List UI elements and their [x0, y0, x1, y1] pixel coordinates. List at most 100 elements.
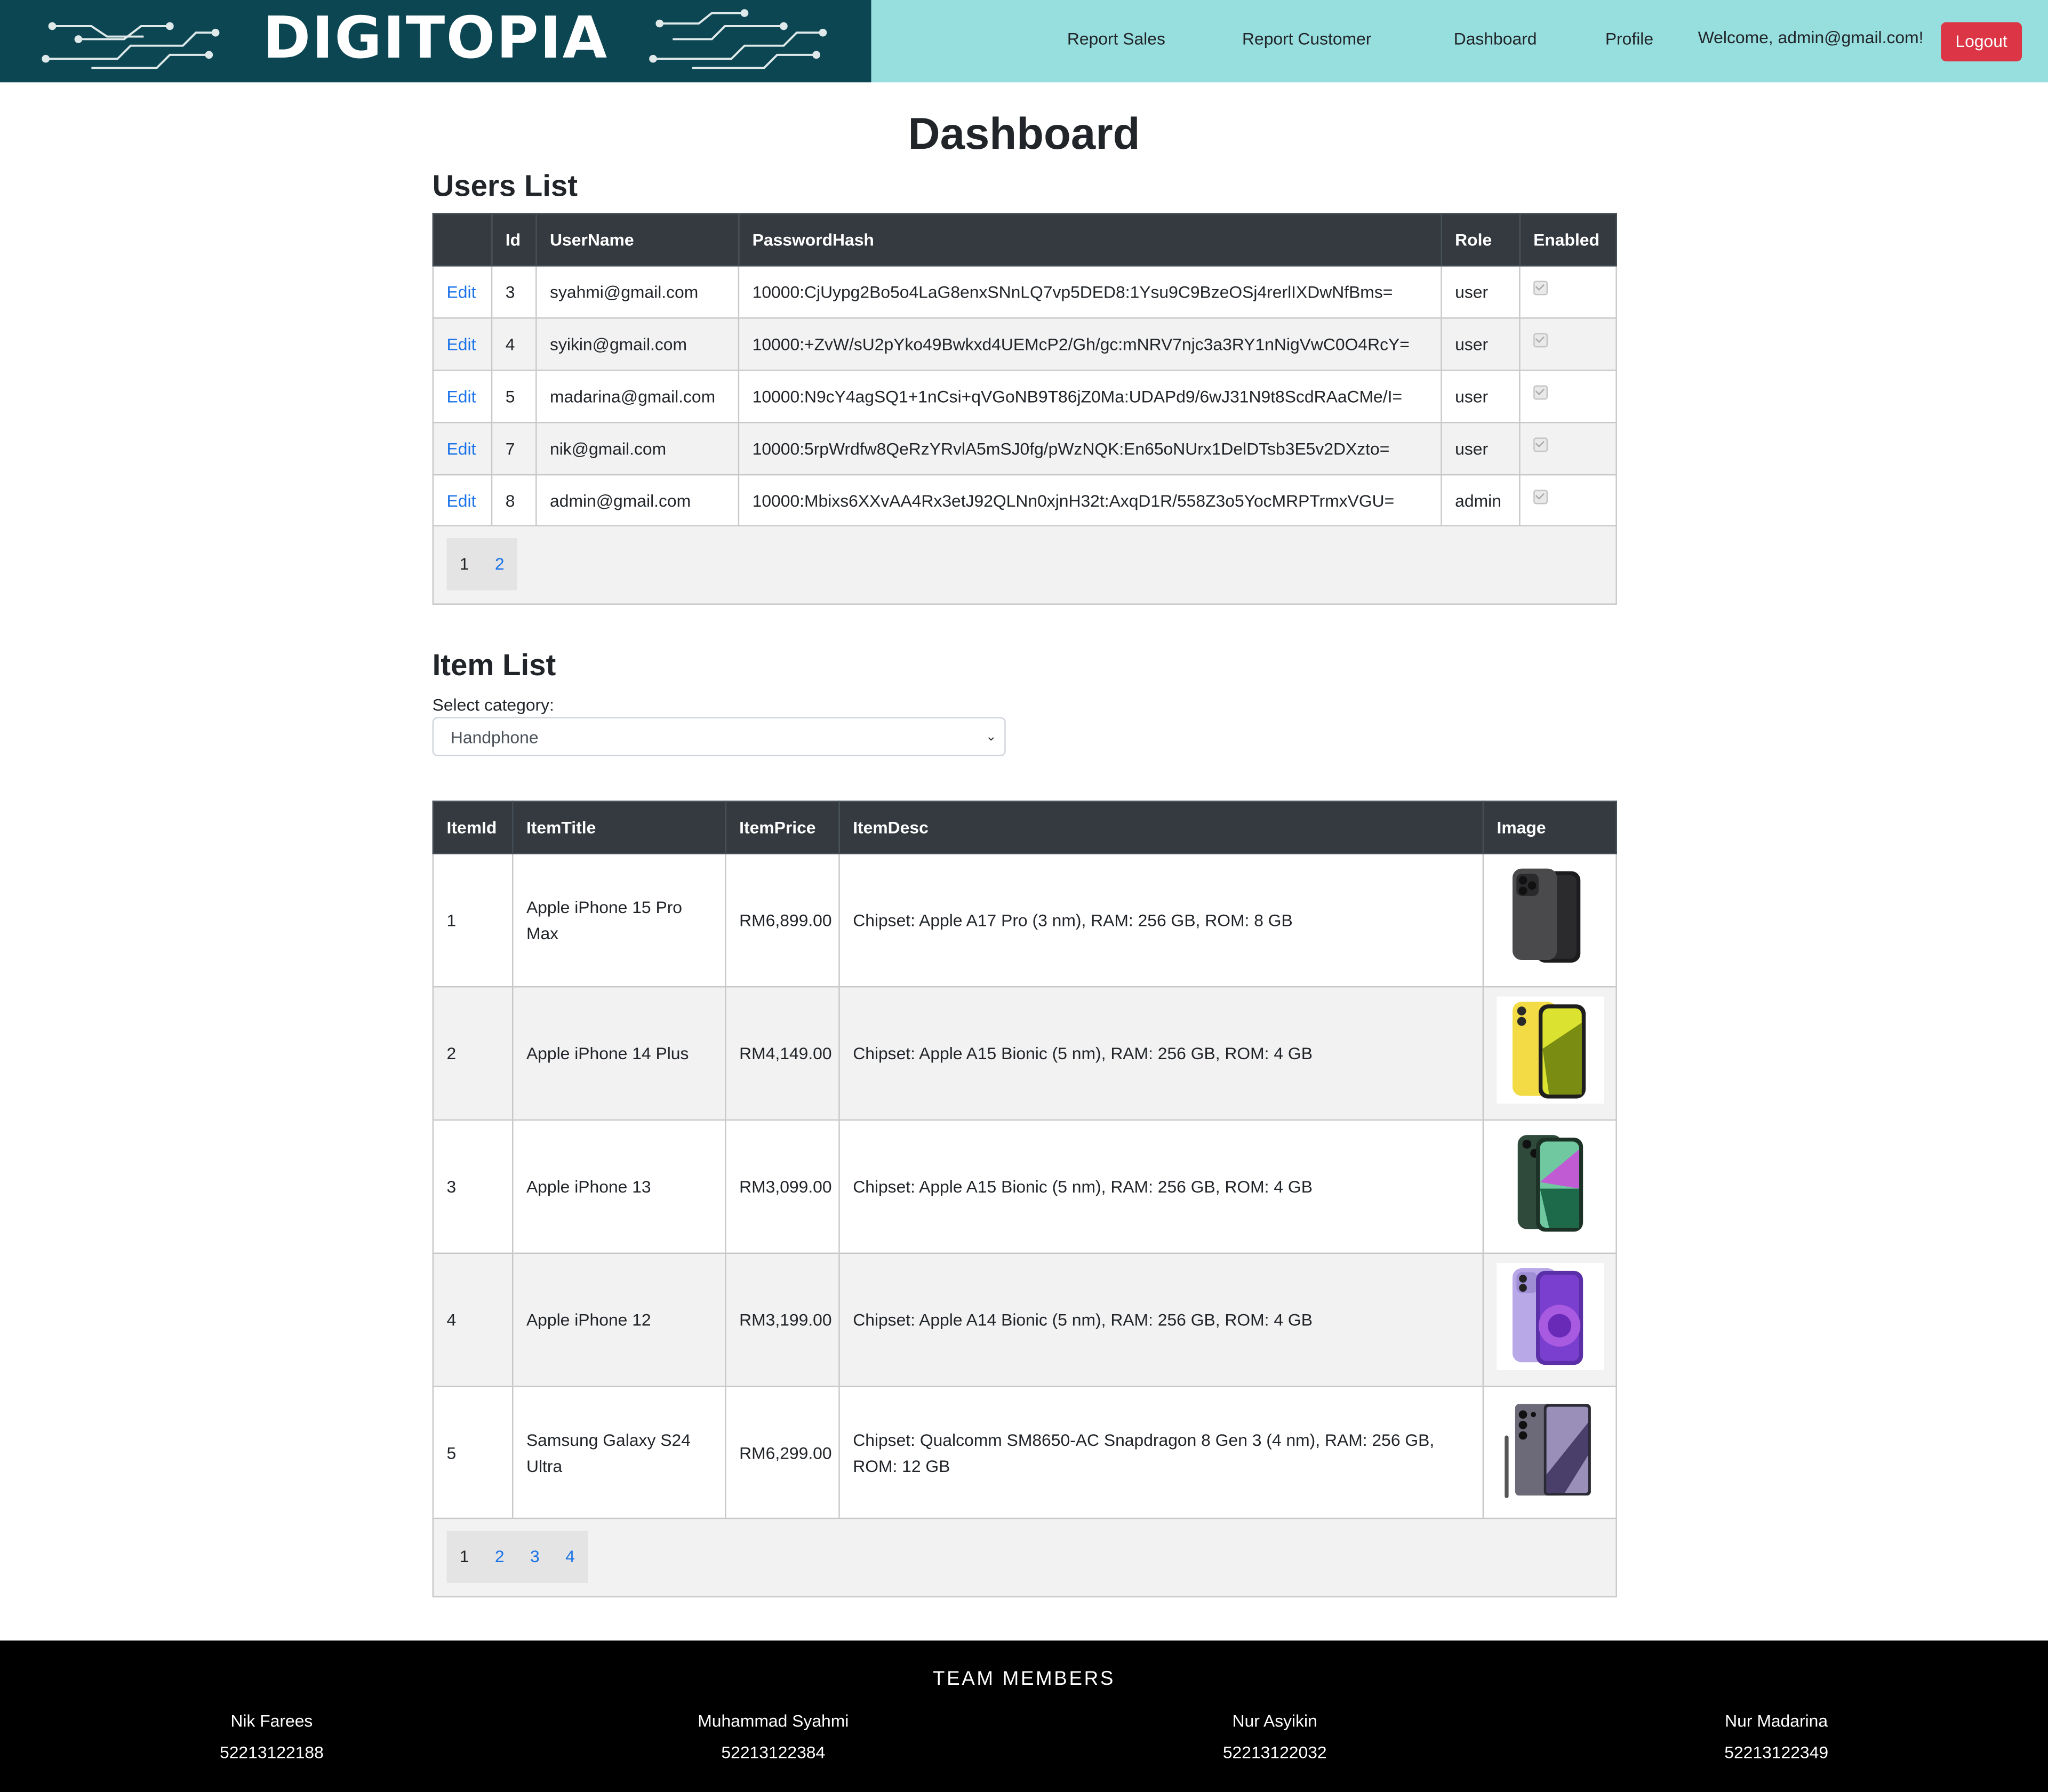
- footer: TEAM MEMBERS Nik Farees 52213122188 Muha…: [0, 1640, 2048, 1792]
- item-title: Apple iPhone 15 Pro Max: [512, 853, 726, 988]
- user-hash: 10000:+ZvW/sU2pYko49Bwkxd4UEMcP2/Gh/gc:m…: [738, 317, 1442, 371]
- brand-logo[interactable]: DIGITOPIA: [0, 0, 871, 83]
- category-select-value: Handphone: [450, 727, 539, 747]
- table-row: Edit 4 syikin@gmail.com 10000:+ZvW/sU2pY…: [432, 317, 1617, 371]
- item-list-heading: Item List: [432, 647, 556, 682]
- users-page-2[interactable]: 2: [482, 538, 517, 590]
- enabled-checkbox: [1533, 385, 1548, 400]
- items-pagination: 1 2 3 4: [446, 1531, 588, 1583]
- users-pagination: 1 2: [446, 538, 517, 590]
- item-desc: Chipset: Apple A17 Pro (3 nm), RAM: 256 …: [838, 853, 1484, 988]
- user-role: admin: [1441, 474, 1521, 528]
- edit-link[interactable]: Edit: [447, 282, 476, 302]
- item-desc: Chipset: Qualcomm SM8650-AC Snapdragon 8…: [838, 1386, 1484, 1521]
- item-desc: Chipset: Apple A15 Bionic (5 nm), RAM: 2…: [838, 986, 1484, 1121]
- item-id: 1: [432, 853, 514, 988]
- footer-title: TEAM MEMBERS: [932, 1668, 1116, 1691]
- edit-link[interactable]: Edit: [447, 491, 476, 511]
- table-row: Edit 3 syahmi@gmail.com 10000:CjUypg2Bo5…: [432, 265, 1617, 319]
- item-id: 4: [432, 1252, 514, 1387]
- member-id: 52213122188: [220, 1742, 324, 1762]
- col-itemtitle[interactable]: ItemTitle: [512, 801, 726, 854]
- item-price: RM3,099.00: [725, 1119, 840, 1254]
- edit-link[interactable]: Edit: [447, 439, 476, 459]
- col-itemid[interactable]: ItemId: [432, 801, 514, 854]
- nav-report-sales[interactable]: Report Sales: [1067, 29, 1165, 49]
- users-table: Id UserName PasswordHash Role Enabled Ed…: [432, 213, 1617, 528]
- col-passwordhash[interactable]: PasswordHash: [738, 213, 1442, 267]
- item-desc: Chipset: Apple A14 Bionic (5 nm), RAM: 2…: [838, 1252, 1484, 1387]
- galaxy-s24-ultra-image: [1496, 1395, 1604, 1503]
- item-desc: Chipset: Apple A15 Bionic (5 nm), RAM: 2…: [838, 1119, 1484, 1254]
- table-row: Edit 5 madarina@gmail.com 10000:N9cY4agS…: [432, 370, 1617, 423]
- users-table-header: Id UserName PasswordHash Role Enabled: [432, 213, 1617, 267]
- table-row: 4 Apple iPhone 12 RM3,199.00 Chipset: Ap…: [432, 1252, 1617, 1387]
- col-id[interactable]: Id: [491, 213, 537, 267]
- category-select[interactable]: Handphone ⌄: [432, 717, 1006, 756]
- col-itemdesc[interactable]: ItemDesc: [838, 801, 1484, 854]
- user-role: user: [1441, 265, 1521, 319]
- items-page-4[interactable]: 4: [553, 1531, 588, 1583]
- user-username: admin@gmail.com: [535, 474, 740, 528]
- enabled-checkbox: [1533, 490, 1548, 505]
- iphone-15-pro-max-image: [1496, 862, 1604, 970]
- iphone-13-image: [1496, 1129, 1604, 1236]
- col-role[interactable]: Role: [1441, 213, 1521, 267]
- users-pager-row: 1 2: [432, 525, 1617, 605]
- page-root: DIGITOPIA Report Sales Report Customer D…: [0, 0, 2048, 1792]
- user-username: madarina@gmail.com: [535, 370, 740, 423]
- edit-link[interactable]: Edit: [447, 387, 476, 406]
- col-username[interactable]: UserName: [535, 213, 740, 267]
- member-id: 52213122032: [1222, 1742, 1327, 1762]
- items-page-3[interactable]: 3: [517, 1531, 553, 1583]
- user-id: 3: [491, 265, 537, 319]
- user-role: user: [1441, 370, 1521, 423]
- member-name: Muhammad Syahmi: [698, 1711, 849, 1731]
- member-id: 52213122384: [721, 1742, 826, 1762]
- user-id: 7: [491, 422, 537, 476]
- user-hash: 10000:N9cY4agSQ1+1nCsi+qVGoNB9T86jZ0Ma:U…: [738, 370, 1442, 423]
- item-title: Apple iPhone 13: [512, 1119, 726, 1254]
- item-id: 5: [432, 1386, 514, 1521]
- chevron-down-icon: ⌄: [986, 730, 997, 745]
- enabled-checkbox: [1533, 281, 1548, 295]
- logo-text: DIGITOPIA: [262, 5, 609, 72]
- table-row: 3 Apple iPhone 13 RM3,099.00 Chipset: Ap…: [432, 1119, 1617, 1254]
- col-image: Image: [1482, 801, 1617, 854]
- col-itemprice[interactable]: ItemPrice: [725, 801, 840, 854]
- users-page-1: 1: [459, 554, 469, 574]
- item-price: RM6,299.00: [725, 1386, 840, 1521]
- enabled-checkbox: [1533, 333, 1548, 348]
- user-id: 8: [491, 474, 537, 528]
- edit-link[interactable]: Edit: [447, 334, 476, 354]
- member-name: Nur Madarina: [1725, 1711, 1828, 1731]
- page-title: Dashboard: [908, 109, 1140, 159]
- items-page-2[interactable]: 2: [482, 1531, 517, 1583]
- item-title: Apple iPhone 12: [512, 1252, 726, 1387]
- users-list-heading: Users List: [432, 168, 578, 203]
- nav-profile[interactable]: Profile: [1605, 29, 1653, 49]
- table-row: 1 Apple iPhone 15 Pro Max RM6,899.00 Chi…: [432, 853, 1617, 988]
- items-page-1: 1: [459, 1546, 469, 1566]
- item-title: Apple iPhone 14 Plus: [512, 986, 726, 1121]
- user-hash: 10000:Mbixs6XXvAA4Rx3etJ92QLNn0xjnH32t:A…: [738, 474, 1442, 528]
- item-id: 3: [432, 1119, 514, 1254]
- user-role: user: [1441, 422, 1521, 476]
- member-id: 52213122349: [1724, 1742, 1829, 1762]
- nav-report-customer[interactable]: Report Customer: [1242, 29, 1371, 49]
- item-title: Samsung Galaxy S24 Ultra: [512, 1386, 726, 1521]
- table-row: 5 Samsung Galaxy S24 Ultra RM6,299.00 Ch…: [432, 1386, 1617, 1521]
- items-table-header: ItemId ItemTitle ItemPrice ItemDesc Imag…: [432, 801, 1617, 854]
- top-navbar: DIGITOPIA Report Sales Report Customer D…: [0, 0, 2048, 83]
- items-table: ItemId ItemTitle ItemPrice ItemDesc Imag…: [432, 801, 1617, 1521]
- item-price: RM4,149.00: [725, 986, 840, 1121]
- nav-dashboard[interactable]: Dashboard: [1454, 29, 1537, 49]
- welcome-text: Welcome, admin@gmail.com!: [1698, 27, 1924, 47]
- user-hash: 10000:CjUypg2Bo5o4LaG8enxSNnLQ7vp5DED8:1…: [738, 265, 1442, 319]
- user-id: 4: [491, 317, 537, 371]
- item-price: RM3,199.00: [725, 1252, 840, 1387]
- iphone-14-plus-image: [1496, 996, 1604, 1103]
- member-name: Nik Farees: [230, 1711, 313, 1731]
- logout-button[interactable]: Logout: [1941, 22, 2022, 62]
- col-enabled[interactable]: Enabled: [1519, 213, 1617, 267]
